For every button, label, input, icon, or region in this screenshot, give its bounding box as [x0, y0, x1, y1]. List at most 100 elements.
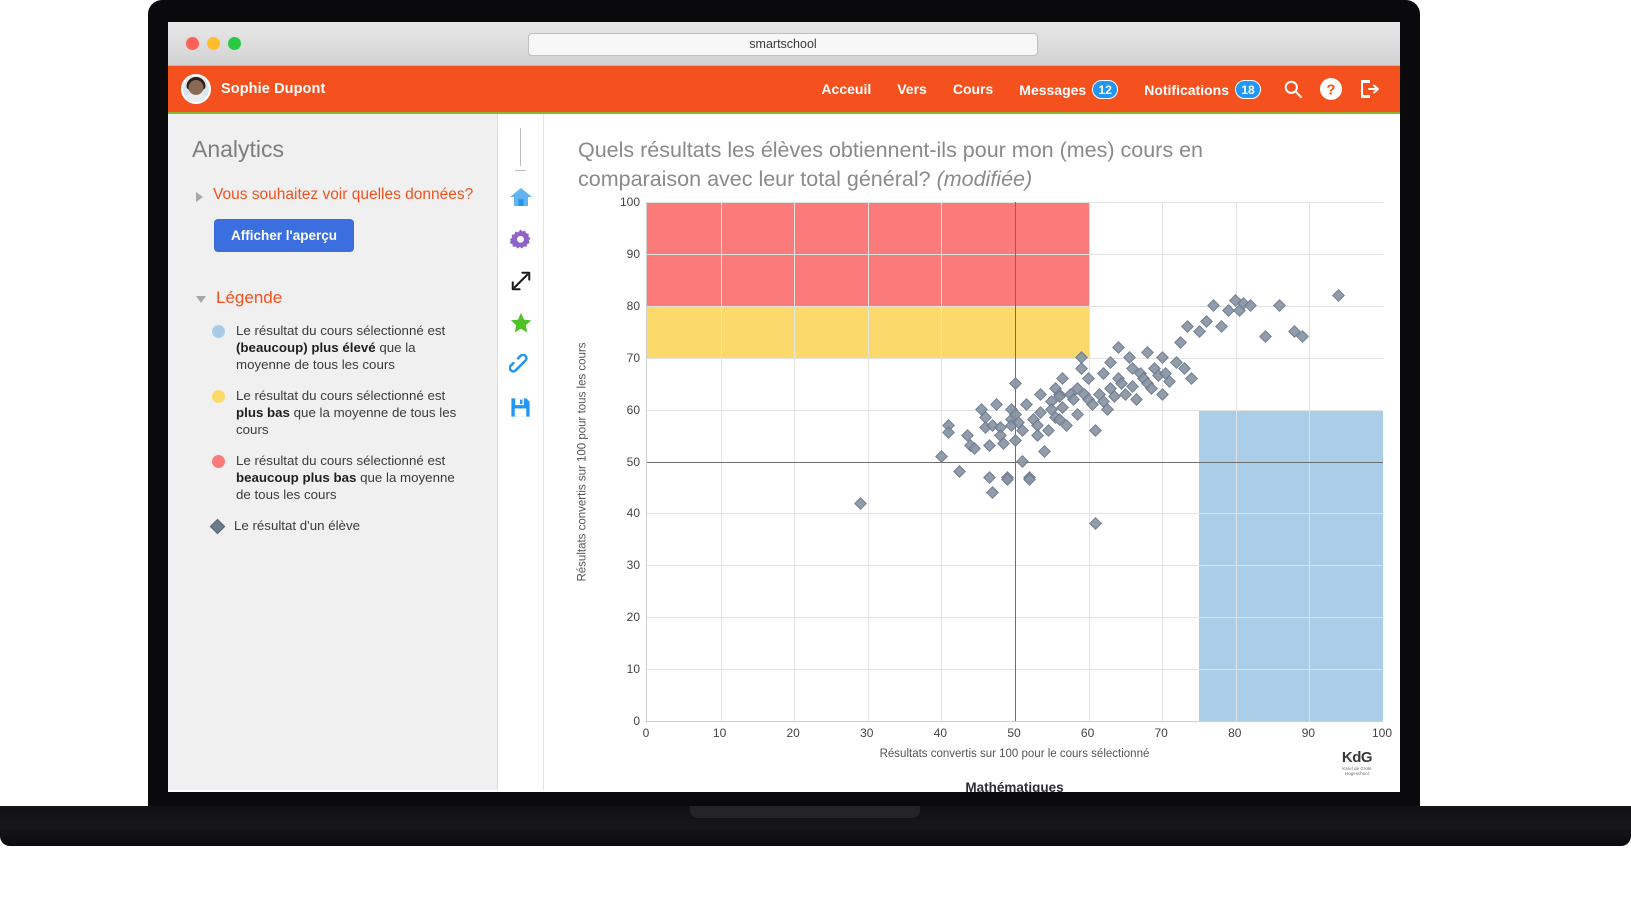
scatter-plot[interactable] — [646, 202, 1383, 722]
x-tick-label: 90 — [1301, 726, 1316, 740]
legend-color-swatch — [212, 325, 225, 338]
data-point[interactable] — [986, 486, 1000, 499]
data-point[interactable] — [1199, 314, 1213, 328]
url-input[interactable]: smartschool — [528, 33, 1038, 56]
data-point[interactable] — [1273, 299, 1287, 313]
nav-item-notifications[interactable]: Notifications 18 — [1131, 79, 1274, 99]
data-point[interactable] — [1089, 423, 1103, 437]
legend-item-text: Le résultat d'un élève — [234, 518, 360, 533]
y-tick-label: 30 — [626, 558, 640, 573]
y-tick-label: 100 — [619, 195, 640, 209]
legend-diamond-marker — [209, 518, 226, 535]
data-point[interactable] — [1155, 351, 1169, 365]
chart-title-line2: comparaison avec leur total général? — [578, 167, 931, 191]
data-point[interactable] — [1074, 361, 1088, 375]
data-point[interactable] — [953, 465, 967, 479]
nav-item-cours[interactable]: Cours — [940, 81, 1006, 97]
user-name-label: Sophie Dupont — [221, 81, 326, 97]
data-point[interactable] — [1130, 392, 1143, 406]
data-point[interactable] — [1034, 387, 1048, 401]
data-point[interactable] — [982, 470, 996, 484]
legend-list: Le résultat du cours sélectionné est (be… — [209, 322, 462, 535]
data-point[interactable] — [1008, 377, 1022, 391]
browser-window: smartschool Sophie Dupont Acceuil Vers C… — [168, 22, 1400, 792]
x-tick-label: 50 — [1007, 726, 1021, 740]
browser-titlebar: smartschool — [168, 22, 1400, 66]
chevron-right-icon — [196, 192, 203, 202]
data-point[interactable] — [1174, 335, 1187, 349]
x-tick-label: 0 — [642, 726, 650, 740]
main-panel: Quels résultats les élèves obtiennent-il… — [544, 114, 1400, 792]
show-preview-button[interactable]: Afficher l'aperçu — [214, 219, 354, 252]
y-axis-ticks: 0 10 20 30 40 50 60 70 80 90 100 — [594, 195, 640, 728]
x-tick-label: 20 — [786, 726, 800, 740]
y-tick-label: 10 — [626, 662, 640, 677]
nav-item-vers[interactable]: Vers — [884, 81, 940, 97]
legend-item: Le résultat du cours sélectionné est plu… — [212, 387, 462, 438]
data-point[interactable] — [1155, 387, 1169, 401]
data-point[interactable] — [982, 439, 996, 453]
course-name-label: Mathématiques — [965, 780, 1064, 792]
avatar[interactable] — [181, 74, 211, 104]
data-point[interactable] — [1089, 517, 1103, 531]
data-point[interactable] — [1332, 289, 1346, 302]
home-icon[interactable] — [507, 183, 535, 211]
x-tick-label: 60 — [1080, 726, 1095, 740]
data-point[interactable] — [1122, 351, 1136, 365]
legend-color-swatch — [212, 455, 225, 468]
laptop-mockup: smartschool Sophie Dupont Acceuil Vers C… — [0, 0, 1631, 899]
nav-item-acceuil[interactable]: Acceuil — [808, 81, 884, 97]
accordion-legend[interactable]: Légende — [168, 252, 497, 308]
help-icon[interactable]: ? — [1316, 74, 1346, 104]
svg-text:?: ? — [1326, 82, 1335, 99]
rail-handle-cap — [515, 170, 526, 171]
chevron-down-icon — [196, 296, 206, 303]
mean-line-horizontal — [647, 461, 1383, 463]
logout-icon[interactable] — [1354, 74, 1384, 104]
rail-handle[interactable] — [520, 128, 521, 166]
save-icon[interactable] — [507, 393, 535, 421]
y-axis-label-text: Résultats convertis sur 100 pour tous le… — [577, 342, 589, 582]
data-point[interactable] — [1111, 340, 1125, 354]
expand-icon[interactable] — [507, 267, 535, 295]
nav-label: Acceuil — [821, 81, 872, 97]
data-point[interactable] — [1056, 372, 1070, 385]
messages-badge: 12 — [1092, 79, 1119, 99]
search-icon[interactable] — [1278, 74, 1308, 104]
y-tick-label: 60 — [626, 402, 640, 417]
main-nav: Acceuil Vers Cours Messages 12 Notificati… — [808, 74, 1400, 104]
data-point[interactable] — [1082, 372, 1095, 385]
data-point[interactable] — [854, 496, 867, 510]
x-tick-label: 70 — [1154, 726, 1168, 740]
page-title: Analytics — [192, 136, 285, 162]
x-tick-label: 30 — [860, 726, 874, 740]
zoom-window-button[interactable] — [228, 37, 241, 50]
data-point[interactable] — [1015, 455, 1029, 468]
chart-area: Résultats convertis sur 100 pour tous le… — [577, 195, 1392, 792]
data-point[interactable] — [1096, 366, 1110, 380]
accordion-data-selection[interactable]: Vous souhaitez voir quelles données? — [168, 163, 497, 204]
x-axis-ticks: 0 10 20 30 40 50 60 70 80 90 100 — [642, 726, 1392, 746]
chart-title-line1: Quels résultats les élèves obtiennent-il… — [578, 138, 1203, 162]
data-point[interactable] — [1185, 372, 1198, 385]
data-point[interactable] — [1192, 325, 1206, 339]
data-point[interactable] — [1008, 434, 1022, 448]
app-header: Sophie Dupont Acceuil Vers Cours Message… — [168, 66, 1400, 114]
legend-item-text: Le résultat du cours sélectionné est (be… — [236, 323, 446, 372]
x-axis-label: Résultats convertis sur 100 pour le cour… — [879, 748, 1150, 760]
data-point[interactable] — [1214, 320, 1228, 333]
data-point[interactable] — [1258, 330, 1272, 344]
gear-icon[interactable] — [507, 225, 535, 253]
nav-item-messages[interactable]: Messages 12 — [1006, 79, 1131, 99]
data-point[interactable] — [942, 426, 956, 440]
minimize-window-button[interactable] — [207, 37, 220, 50]
data-point[interactable] — [1030, 429, 1044, 442]
close-window-button[interactable] — [186, 37, 199, 50]
star-icon[interactable] — [507, 309, 535, 337]
data-point[interactable] — [1038, 444, 1051, 458]
nav-label: Messages — [1019, 81, 1087, 98]
y-tick-label: 20 — [626, 610, 640, 625]
chart-question-title: Quels résultats les élèves obtiennent-il… — [578, 136, 1278, 194]
data-point[interactable] — [1207, 299, 1221, 313]
link-icon[interactable] — [507, 351, 535, 379]
